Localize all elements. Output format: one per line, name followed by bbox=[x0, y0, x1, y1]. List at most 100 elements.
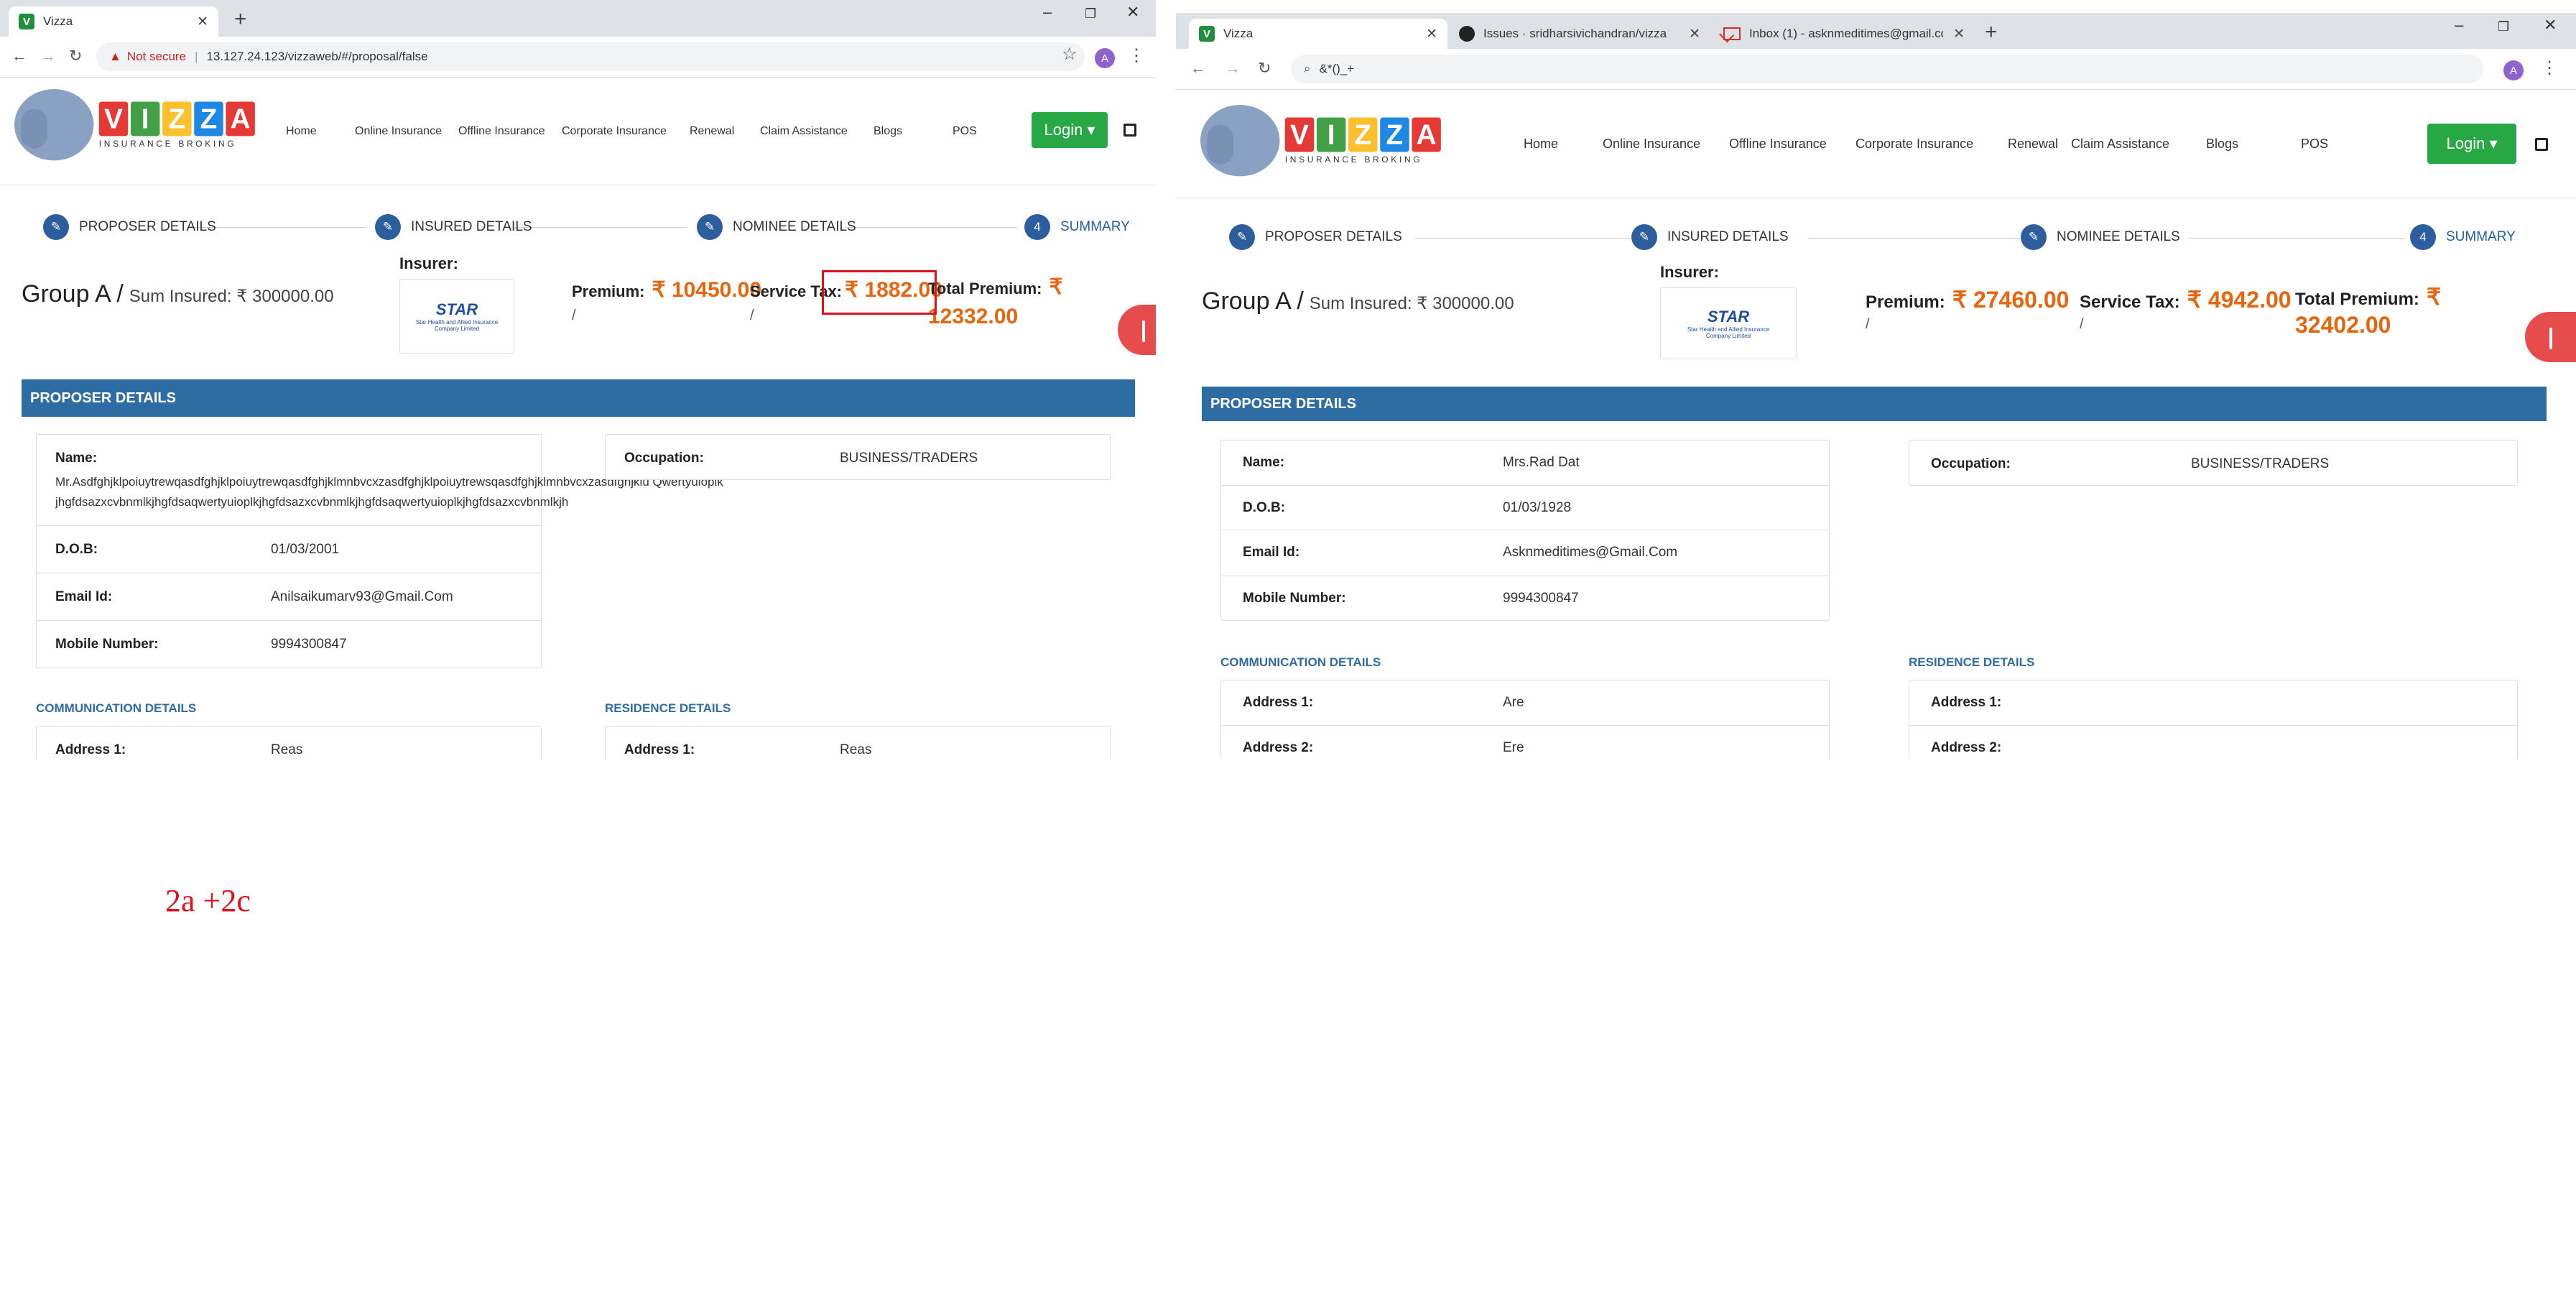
mobile-row: Mobile Number: 9994300847 bbox=[1221, 576, 1829, 620]
step-nominee[interactable]: ✎ NOMINEE DETAILS bbox=[2021, 224, 2180, 250]
menu-kebab-icon[interactable]: ⋮ bbox=[1128, 45, 1145, 66]
window-close-icon[interactable]: ✕ bbox=[2544, 16, 2557, 34]
close-tab-icon[interactable]: ✕ bbox=[1689, 26, 1700, 42]
omnibox[interactable]: ⌕ &*()_+ bbox=[1291, 55, 2483, 83]
nav-blogs[interactable]: Blogs bbox=[874, 125, 953, 138]
profile-avatar[interactable]: A bbox=[2503, 60, 2524, 80]
nav-offline-insurance[interactable]: Offline Insurance bbox=[458, 125, 562, 138]
dob-row: D.O.B: 01/03/2001 bbox=[37, 525, 541, 573]
nav-claim-assistance[interactable]: Claim Assistance bbox=[760, 125, 874, 138]
nav-corporate-insurance[interactable]: Corporate Insurance bbox=[1855, 137, 2008, 152]
forward-icon[interactable]: → bbox=[1225, 59, 1241, 78]
step-proposer[interactable]: ✎ PROPOSER DETAILS bbox=[1229, 224, 1402, 250]
nav-renewal[interactable]: Renewal bbox=[2008, 137, 2071, 152]
step-nominee[interactable]: ✎ NOMINEE DETAILS bbox=[697, 214, 856, 240]
group-label: Group A / bbox=[22, 280, 124, 308]
premium: Premium: ₹ 10450.00 bbox=[572, 278, 762, 302]
slash: / bbox=[1866, 316, 1870, 332]
vizza-logo[interactable]: VIZZA INSURANCE BROKING bbox=[14, 89, 255, 161]
logo-subtitle: INSURANCE BROKING bbox=[98, 138, 237, 149]
logo-letters: VIZZA bbox=[1284, 117, 1441, 152]
nav-pos[interactable]: POS bbox=[953, 125, 996, 138]
edit-pencil-icon: ✎ bbox=[2021, 224, 2047, 250]
nav-offline-insurance[interactable]: Offline Insurance bbox=[1729, 137, 1855, 152]
site-header: VIZZA INSURANCE BROKING Home Online Insu… bbox=[0, 78, 1156, 185]
step-proposer[interactable]: ✎ PROPOSER DETAILS bbox=[43, 214, 216, 240]
new-tab-icon[interactable]: + bbox=[1985, 20, 1998, 45]
fullscreen-icon[interactable] bbox=[2535, 138, 2548, 151]
vizza-favicon-icon: V bbox=[19, 14, 34, 29]
mobile-fab-icon[interactable] bbox=[1118, 305, 1156, 355]
step-summary[interactable]: 4 SUMMARY bbox=[1024, 214, 1130, 240]
profile-avatar[interactable]: A bbox=[1095, 48, 1115, 68]
total-premium-value: 12332.00 bbox=[928, 305, 1019, 328]
proposer-section-header: PROPOSER DETAILS bbox=[22, 379, 1135, 417]
browser-tab-gmail[interactable]: Inbox (1) - asknmeditimes@gmail.com ✕ bbox=[1713, 19, 1975, 49]
nav-home[interactable]: Home bbox=[286, 125, 355, 138]
nav-pos[interactable]: POS bbox=[2301, 137, 2344, 152]
mobile-fab-icon[interactable] bbox=[2525, 312, 2576, 362]
window-close-icon[interactable]: ✕ bbox=[1126, 3, 1139, 22]
residence-card: Address 1: Address 2: bbox=[1909, 680, 2518, 759]
back-icon[interactable]: ← bbox=[11, 47, 27, 65]
fullscreen-icon[interactable] bbox=[1123, 124, 1136, 137]
login-button[interactable]: Login ▾ bbox=[1032, 112, 1108, 148]
browser-tab-vizza[interactable]: V Vizza ✕ bbox=[1189, 19, 1447, 49]
sum-insured: Sum Insured: ₹ 300000.00 bbox=[1309, 294, 1514, 313]
tab-strip: V Vizza ✕ Issues · sridharsivichandran/v… bbox=[1176, 13, 2576, 49]
bookmark-star-icon[interactable]: ☆ bbox=[1062, 44, 1078, 65]
nav-online-insurance[interactable]: Online Insurance bbox=[355, 125, 458, 138]
search-icon: ⌕ bbox=[1304, 62, 1311, 75]
browser-tab-github[interactable]: Issues · sridharsivichandran/vizza ✕ bbox=[1449, 19, 1710, 49]
back-icon[interactable]: ← bbox=[1190, 59, 1206, 78]
forward-icon[interactable]: → bbox=[40, 47, 56, 65]
nav-claim-assistance[interactable]: Claim Assistance bbox=[2071, 137, 2206, 152]
minimize-icon[interactable]: – bbox=[1043, 3, 1052, 22]
browser-tab-vizza[interactable]: V Vizza ✕ bbox=[9, 6, 218, 37]
new-tab-icon[interactable]: + bbox=[234, 7, 247, 32]
nav-corporate-insurance[interactable]: Corporate Insurance bbox=[562, 125, 690, 138]
proposer-card: Name: Mrs.Rad Dat D.O.B: 01/03/1928 Email … bbox=[1220, 440, 1830, 621]
elephant-logo-icon bbox=[1200, 105, 1280, 177]
name-row: Name: Mrs.Rad Dat bbox=[1243, 455, 1580, 470]
occupation-card: Occupation: BUSINESS/TRADERS bbox=[1909, 440, 2518, 486]
total-premium-value: 32402.00 bbox=[2295, 312, 2391, 338]
edit-pencil-icon: ✎ bbox=[697, 214, 723, 240]
close-tab-icon[interactable]: ✕ bbox=[1426, 26, 1437, 42]
insurer-label: Insurer: bbox=[1660, 263, 1719, 281]
minimize-icon[interactable]: – bbox=[2455, 16, 2463, 34]
insurer-label: Insurer: bbox=[399, 254, 458, 272]
step-insured[interactable]: ✎ INSURED DETAILS bbox=[1631, 224, 1789, 250]
highlight-box bbox=[822, 270, 937, 315]
main-nav: Home Online Insurance Offline Insurance … bbox=[286, 125, 996, 138]
proposer-card: Name: Mr.Asdfghjklpoiuytrewqasdfghjklpoi… bbox=[36, 434, 723, 668]
nav-renewal[interactable]: Renewal bbox=[690, 125, 760, 138]
login-button[interactable]: Login ▾ bbox=[2427, 124, 2516, 164]
tab-strip: V Vizza ✕ + – ❐ ✕ bbox=[0, 0, 1156, 37]
close-tab-icon[interactable]: ✕ bbox=[197, 14, 208, 30]
dob-row: D.O.B: 01/03/1928 bbox=[1221, 485, 1829, 530]
slash: / bbox=[572, 308, 576, 323]
nav-online-insurance[interactable]: Online Insurance bbox=[1603, 137, 1729, 152]
nav-home[interactable]: Home bbox=[1524, 137, 1603, 152]
vizza-logo[interactable]: VIZZA INSURANCE BROKING bbox=[1200, 105, 1441, 177]
close-tab-icon[interactable]: ✕ bbox=[1953, 26, 1965, 42]
url-text: &*()_+ bbox=[1319, 62, 1355, 75]
step-summary[interactable]: 4 SUMMARY bbox=[2410, 224, 2516, 250]
proposer-section-header: PROPOSER DETAILS bbox=[1202, 387, 2547, 421]
restore-icon[interactable]: ❐ bbox=[2498, 19, 2509, 34]
reload-icon[interactable]: ↻ bbox=[1258, 59, 1271, 78]
address-bar-row: ← → ↻ ▲ Not secure | 13.127.24.123/vizza… bbox=[0, 37, 1156, 78]
edit-pencil-icon: ✎ bbox=[375, 214, 401, 240]
elephant-logo-icon bbox=[14, 89, 94, 161]
nav-blogs[interactable]: Blogs bbox=[2206, 137, 2301, 152]
mobile-row: Mobile Number: 9994300847 bbox=[37, 620, 541, 668]
step-insured[interactable]: ✎ INSURED DETAILS bbox=[375, 214, 532, 240]
menu-kebab-icon[interactable]: ⋮ bbox=[2541, 57, 2558, 78]
email-row: Email Id: Asknmeditimes@Gmail.Com bbox=[1221, 530, 1829, 576]
restore-icon[interactable]: ❐ bbox=[1085, 6, 1096, 22]
name-row: Name: Mr.Asdfghjklpoiuytrewqasdfghjklpoi… bbox=[55, 451, 723, 509]
tab-title: Vizza bbox=[1223, 27, 1254, 40]
omnibox[interactable]: ▲ Not secure | 13.127.24.123/vizzaweb/#/… bbox=[96, 42, 1085, 71]
reload-icon[interactable]: ↻ bbox=[69, 47, 82, 65]
